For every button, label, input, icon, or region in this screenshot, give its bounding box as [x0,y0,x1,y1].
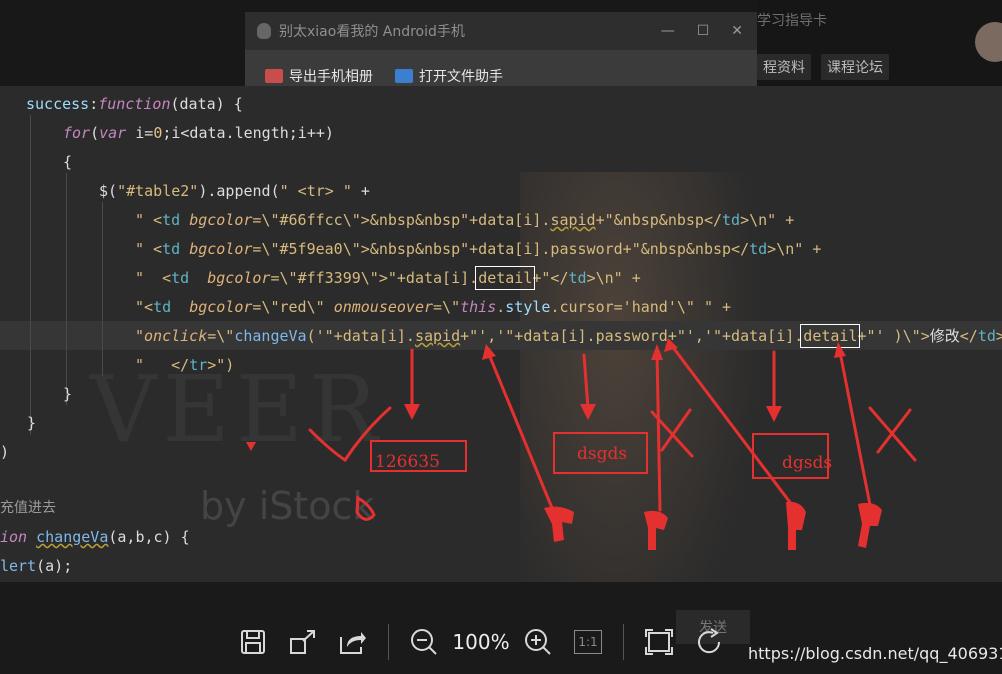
arrow-line [655,350,662,512]
thumb-mark [858,502,882,548]
checkmark [308,406,392,463]
annotation-layer [246,338,917,550]
arrow-head [404,404,420,420]
arrow-line [582,353,590,410]
thumb-mark [544,506,574,542]
arrow-line [486,350,554,510]
arrow-head [482,344,496,360]
arrow-head [580,404,596,420]
arrow-head [246,442,256,451]
thumb-mark [786,501,806,550]
arrow-head [651,344,663,360]
thumb-mark [644,510,668,550]
arrow-head [766,406,782,422]
arrow-line [838,350,872,507]
cross-mark [868,406,917,462]
arrow-head [834,342,846,358]
scribble-mark [355,495,376,521]
